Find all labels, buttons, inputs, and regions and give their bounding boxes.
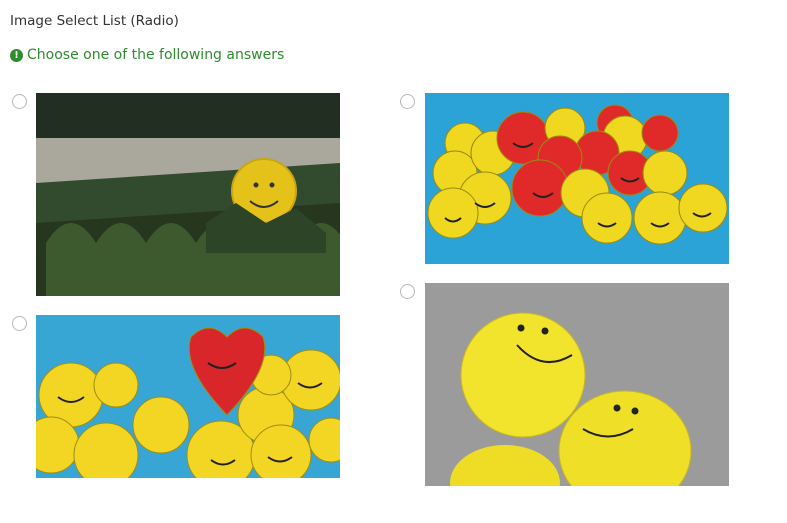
option-4-image[interactable] — [425, 283, 729, 486]
option-3-radio[interactable] — [12, 316, 27, 331]
option-4-radio[interactable] — [400, 284, 415, 299]
question-help-text: Choose one of the following answers — [27, 47, 285, 63]
option-3-image[interactable] — [36, 315, 340, 478]
question-title: Image Select List (Radio) — [10, 13, 179, 29]
question-help: ! Choose one of the following answers — [10, 47, 284, 63]
option-1-radio[interactable] — [12, 94, 27, 109]
option-1-image[interactable] — [36, 93, 340, 296]
exclamation-circle-icon: ! — [10, 48, 23, 62]
option-2-image[interactable] — [425, 93, 729, 264]
option-2-radio[interactable] — [400, 94, 415, 109]
